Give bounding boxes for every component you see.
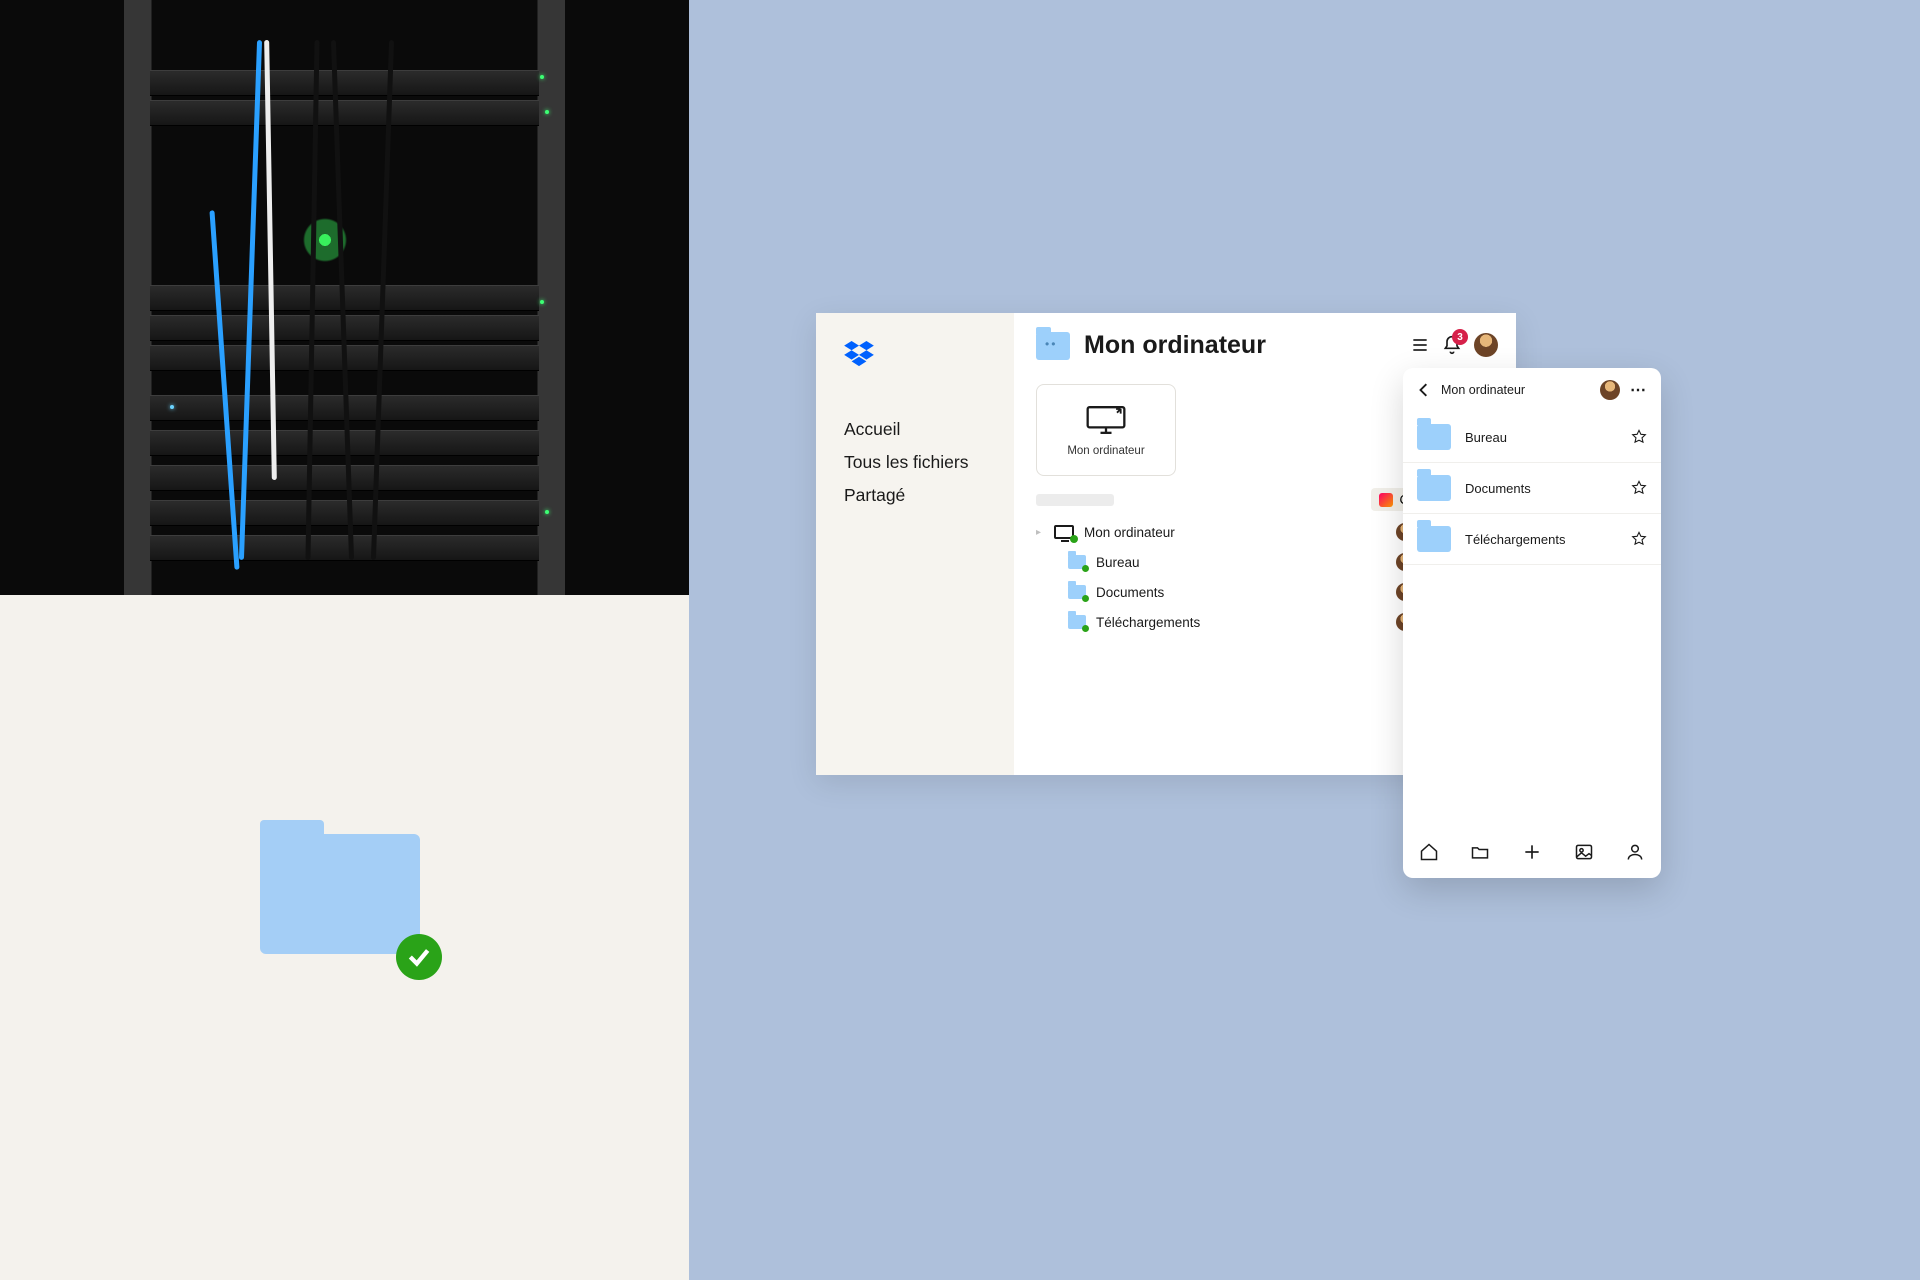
mobile-folder-item[interactable]: Bureau bbox=[1403, 412, 1661, 463]
star-icon[interactable] bbox=[1631, 429, 1647, 445]
mobile-item-label: Documents bbox=[1465, 481, 1617, 496]
dropbox-mobile-panel: Mon ordinateur ⋯ Bureau Documents Téléch… bbox=[1403, 368, 1661, 878]
tab-add[interactable] bbox=[1522, 842, 1542, 862]
folder-icon bbox=[1068, 585, 1086, 599]
tab-photos[interactable] bbox=[1574, 842, 1594, 862]
folder-icon bbox=[1417, 475, 1451, 501]
notification-badge: 3 bbox=[1452, 329, 1468, 345]
sidebar: Accueil Tous les fichiers Partagé bbox=[816, 313, 1014, 775]
sync-dot-icon bbox=[1070, 535, 1078, 543]
device-card[interactable]: Mon ordinateur bbox=[1036, 384, 1176, 476]
more-icon[interactable]: ⋯ bbox=[1630, 380, 1647, 400]
tab-files[interactable] bbox=[1470, 842, 1490, 862]
placeholder bbox=[1036, 494, 1114, 506]
folder-icon bbox=[1417, 424, 1451, 450]
file-row-name: Documents bbox=[1096, 585, 1164, 600]
tab-account[interactable] bbox=[1625, 842, 1645, 862]
mobile-item-label: Téléchargements bbox=[1465, 532, 1617, 547]
mobile-folder-item[interactable]: Téléchargements bbox=[1403, 514, 1661, 565]
mobile-tabbar bbox=[1403, 826, 1661, 878]
notifications-button[interactable]: 3 bbox=[1442, 335, 1462, 355]
dropbox-logo-icon[interactable] bbox=[844, 341, 1014, 367]
sidebar-item-shared[interactable]: Partagé bbox=[816, 479, 1014, 512]
sync-dot-icon bbox=[1082, 595, 1089, 602]
file-row-name: Bureau bbox=[1096, 555, 1140, 570]
synced-folder-illustration bbox=[260, 820, 420, 955]
avatar[interactable] bbox=[1474, 333, 1498, 357]
tab-home[interactable] bbox=[1419, 842, 1439, 862]
expand-caret-icon[interactable]: ▸ bbox=[1036, 527, 1044, 538]
avatar[interactable] bbox=[1600, 380, 1620, 400]
back-button[interactable] bbox=[1417, 383, 1431, 397]
mobile-item-label: Bureau bbox=[1465, 430, 1617, 445]
folder-icon bbox=[1417, 526, 1451, 552]
folder-icon bbox=[1068, 615, 1086, 629]
file-row-name: Téléchargements bbox=[1096, 615, 1200, 630]
sync-dot-icon bbox=[1082, 565, 1089, 572]
create-icon bbox=[1379, 493, 1393, 507]
mobile-title: Mon ordinateur bbox=[1441, 383, 1590, 397]
sync-dot-icon bbox=[1082, 625, 1089, 632]
sidebar-item-home[interactable]: Accueil bbox=[816, 413, 1014, 446]
mobile-folder-item[interactable]: Documents bbox=[1403, 463, 1661, 514]
star-icon[interactable] bbox=[1631, 531, 1647, 547]
sidebar-item-all-files[interactable]: Tous les fichiers bbox=[816, 446, 1014, 479]
folder-icon bbox=[1036, 332, 1070, 360]
folder-icon bbox=[1068, 555, 1086, 569]
menu-icon[interactable] bbox=[1410, 335, 1430, 355]
file-row-name: Mon ordinateur bbox=[1084, 525, 1175, 540]
device-card-label: Mon ordinateur bbox=[1067, 445, 1144, 457]
star-icon[interactable] bbox=[1631, 480, 1647, 496]
server-rack-photo bbox=[0, 0, 689, 595]
sync-check-icon bbox=[396, 934, 442, 980]
